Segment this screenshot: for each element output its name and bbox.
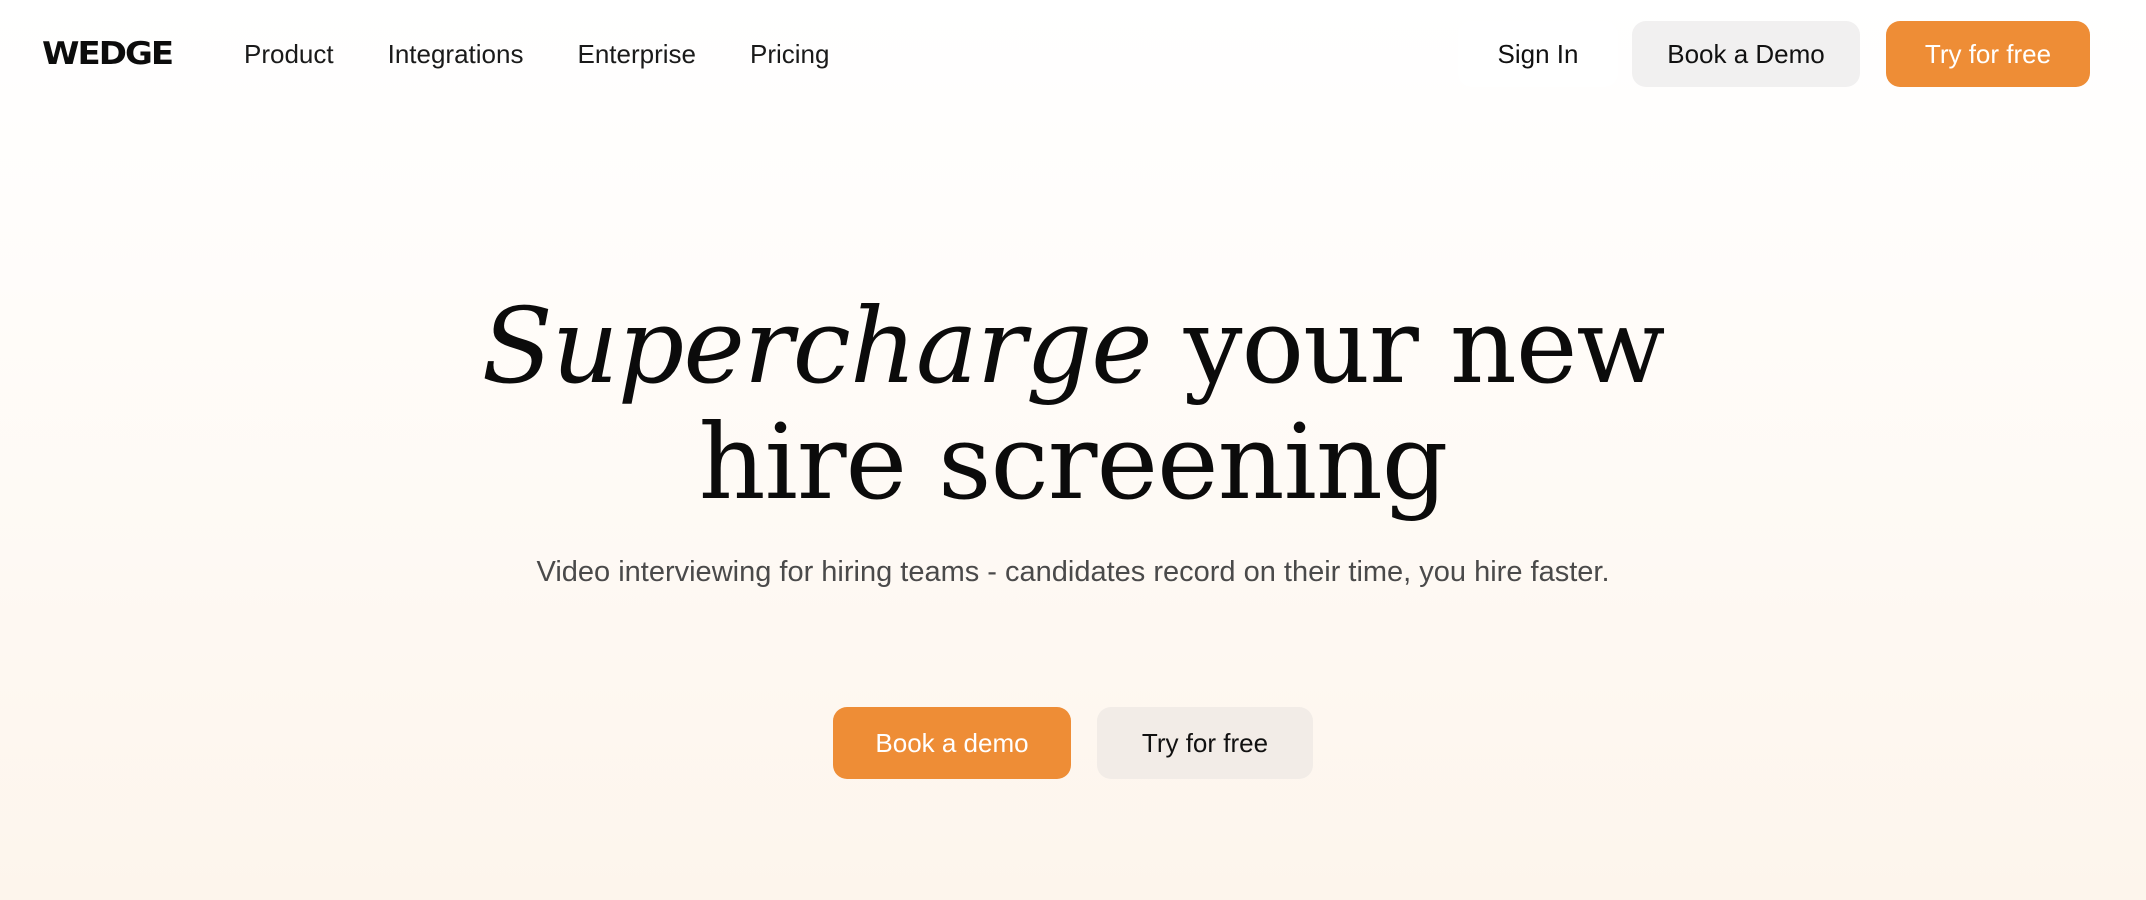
nav-item-enterprise[interactable]: Enterprise — [577, 39, 696, 70]
site-header: WEDGE Product Integrations Enterprise Pr… — [0, 0, 2146, 108]
hero-title-line1-rest: your new — [1151, 285, 1666, 407]
try-for-free-button[interactable]: Try for free — [1886, 21, 2090, 87]
hero-subtitle: Video interviewing for hiring teams - ca… — [536, 556, 1610, 588]
nav-item-pricing[interactable]: Pricing — [750, 39, 829, 70]
book-a-demo-button[interactable]: Book a Demo — [1632, 21, 1860, 87]
sign-in-button[interactable]: Sign In — [1458, 21, 1618, 87]
try-for-free-cta-button[interactable]: Try for free — [1097, 707, 1313, 779]
wedge-logo[interactable]: WEDGE — [42, 36, 174, 73]
hero-cta-group: Book a demo Try for free — [0, 707, 2146, 779]
book-a-demo-cta-button[interactable]: Book a demo — [833, 707, 1071, 779]
hero-title-line2: hire screening — [698, 401, 1449, 523]
hero-title: Supercharge your new hire screening — [0, 288, 2146, 520]
main-nav: Product Integrations Enterprise Pricing — [244, 32, 883, 76]
nav-item-integrations[interactable]: Integrations — [388, 39, 524, 70]
hero-title-emphasis: Supercharge — [481, 285, 1153, 407]
header-actions: Sign In Book a Demo Try for free — [1458, 21, 2090, 87]
nav-item-product[interactable]: Product — [244, 39, 334, 70]
